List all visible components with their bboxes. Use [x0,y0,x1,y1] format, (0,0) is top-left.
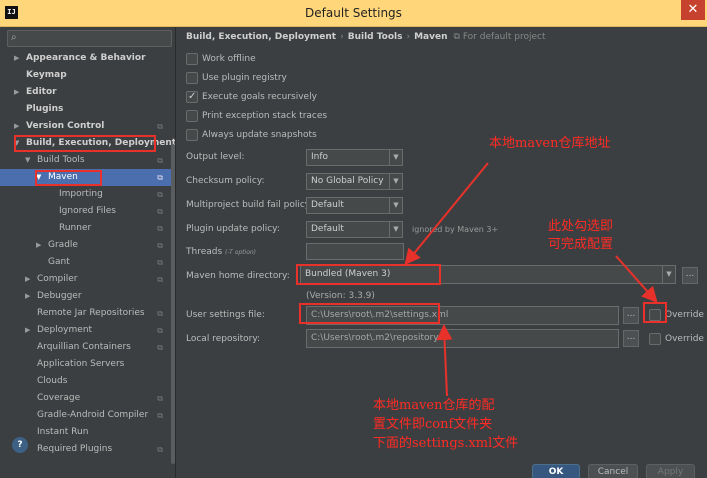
arrow-to-override [615,255,658,303]
annotation-note-settings-line3: 下面的settings.xml文件 [373,436,519,451]
annotation-note-settings-line1: 本地maven仓库的配 [373,398,495,413]
annotation-note-maven-home: 本地maven仓库地址 [489,136,611,151]
annotation-note-override-line2: 可完成配置 [548,237,614,252]
arrow-to-maven-home [404,162,489,266]
annotation-note-settings-line2: 置文件即conf文件夹 [373,417,493,432]
arrow-to-user-settings [436,324,453,397]
annotation-note-override-line1: 此处勾选即 [548,219,614,234]
